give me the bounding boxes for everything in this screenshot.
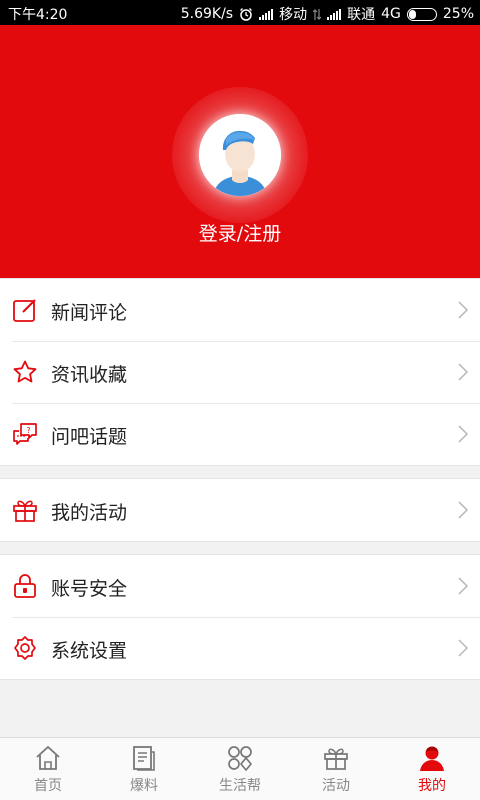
menu-item-label: 资讯收藏 xyxy=(51,364,128,386)
network-type: 4G xyxy=(381,6,401,22)
tab-report[interactable]: 爆料 xyxy=(96,738,192,800)
gift-icon xyxy=(13,500,37,522)
menu-item-news-comments[interactable]: 新闻评论 xyxy=(0,279,480,341)
menu-item-favorites[interactable]: 资讯收藏 xyxy=(0,341,480,403)
star-icon xyxy=(13,360,37,383)
avatar-user-icon xyxy=(199,114,281,196)
tab-label: 首页 xyxy=(34,778,62,794)
carrier-1: 移动 xyxy=(279,7,308,23)
bottom-tab-bar: 首页 爆料 生活帮 活动 我的 xyxy=(0,737,480,800)
tab-activities[interactable]: 活动 xyxy=(288,738,384,800)
user-icon xyxy=(420,746,444,771)
alarm-icon xyxy=(240,8,253,21)
menu-group-1: 新闻评论 资讯收藏 ? 问吧话题 xyxy=(0,278,480,466)
apps-icon xyxy=(228,746,252,771)
question-chat-icon: ? xyxy=(13,423,37,445)
home-icon xyxy=(36,746,60,770)
menu-item-label: 问吧话题 xyxy=(51,426,128,448)
menu-item-account-security[interactable]: 账号安全 xyxy=(0,555,480,617)
menu-item-label: 新闻评论 xyxy=(51,302,128,324)
carrier-2: 联通 xyxy=(347,7,376,23)
tab-home[interactable]: 首页 xyxy=(0,738,96,800)
svg-text:?: ? xyxy=(26,426,30,435)
status-bar: 下午4:20 5.69K/s 移动 联通 4G 25% xyxy=(0,0,480,25)
tab-label: 爆料 xyxy=(130,778,158,794)
login-register-link[interactable]: 登录/注册 xyxy=(0,219,480,246)
avatar[interactable] xyxy=(199,114,281,196)
menu-group-2: 我的活动 xyxy=(0,478,480,542)
settings-icon xyxy=(14,636,36,660)
menu-group-3: 账号安全 系统设置 xyxy=(0,554,480,680)
signal-icon-2 xyxy=(327,8,342,20)
profile-header: 登录/注册 xyxy=(0,25,480,278)
tab-mine[interactable]: 我的 xyxy=(384,738,480,800)
menu-item-ask-topics[interactable]: ? 问吧话题 xyxy=(0,403,480,465)
chevron-right-icon xyxy=(458,501,468,519)
battery-icon xyxy=(406,7,437,21)
lock-icon xyxy=(14,574,36,598)
status-time: 下午4:20 xyxy=(8,7,68,23)
tab-label: 我的 xyxy=(418,778,446,794)
document-icon xyxy=(133,746,155,771)
signal-icon xyxy=(259,8,274,20)
edit-icon xyxy=(13,299,36,322)
battery-percent: 25% xyxy=(442,6,474,22)
gift-icon xyxy=(324,748,348,770)
network-speed: 5.69K/s xyxy=(180,6,234,22)
chevron-right-icon xyxy=(458,363,468,381)
tab-label: 生活帮 xyxy=(219,778,261,794)
chevron-right-icon xyxy=(458,425,468,443)
chevron-right-icon xyxy=(458,577,468,595)
menu-item-label: 系统设置 xyxy=(51,640,128,662)
menu-item-label: 我的活动 xyxy=(51,502,128,524)
tab-life-help[interactable]: 生活帮 xyxy=(192,738,288,800)
menu-item-system-settings[interactable]: 系统设置 xyxy=(0,617,480,679)
chevron-right-icon xyxy=(458,301,468,319)
menu-item-my-activities[interactable]: 我的活动 xyxy=(0,479,480,541)
tab-label: 活动 xyxy=(322,778,350,794)
menu-item-label: 账号安全 xyxy=(51,578,128,600)
data-transfer-icon xyxy=(313,8,322,20)
status-right: 5.69K/s 移动 联通 4G 25% xyxy=(181,4,474,24)
chevron-right-icon xyxy=(458,639,468,657)
